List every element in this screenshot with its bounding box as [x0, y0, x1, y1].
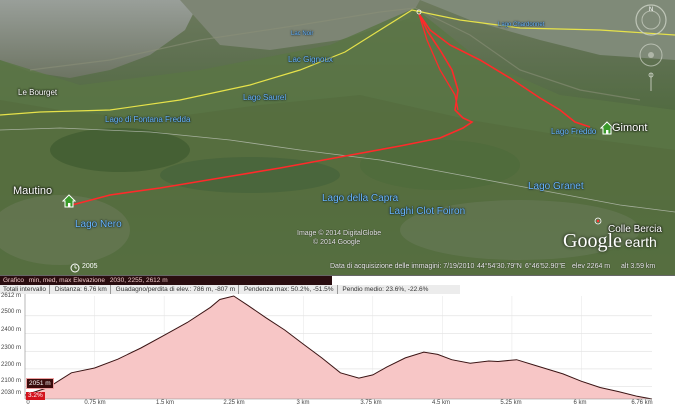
elevation-point[interactable]	[186, 321, 189, 324]
elevation-point[interactable]	[302, 343, 305, 346]
gain-loss-stat: Guadagno/perdita di elev.: 786 m, -807 m	[116, 285, 240, 294]
lake-label-lago-nero[interactable]: Lago Nero	[75, 219, 122, 230]
map-3d-view[interactable]: Mautino Gimont Colle Bercia Le Bourget L…	[0, 0, 675, 275]
elevation-readout: elev 2264 m	[572, 263, 611, 270]
graph-label: Grafico	[3, 277, 24, 284]
imagery-year: 2005	[82, 263, 98, 270]
distance-stat: Distanza: 6.76 km	[55, 285, 111, 294]
y-tick-label: 2300 m	[1, 345, 22, 351]
max-slope-stat: Pendenza max: 50.2%, -51.5%	[244, 285, 338, 294]
elevation-point[interactable]	[436, 353, 439, 356]
compass-icon: N	[635, 4, 667, 36]
elevation-chart[interactable]	[0, 294, 675, 409]
scale-legend: 2005	[70, 262, 110, 274]
y-tick-label: 2100 m	[1, 378, 22, 384]
profile-range-totals: Totali intervallo Distanza: 6.76 km Guad…	[0, 285, 460, 294]
svg-text:N: N	[649, 7, 653, 13]
elevation-point[interactable]	[580, 380, 583, 383]
elevation-stat-values: 2030, 2255, 2612 m	[109, 277, 168, 284]
elevation-point[interactable]	[265, 316, 268, 319]
elevation-point[interactable]	[617, 390, 620, 393]
current-elevation-tag: 2051 m	[26, 378, 54, 389]
elevation-stat-label: min, med, max Elevazione	[28, 277, 105, 284]
google-earth-logo: Google earth	[563, 230, 657, 252]
elevation-point[interactable]	[450, 358, 453, 361]
elevation-point[interactable]	[422, 351, 425, 354]
y-tick-label: 2500 m	[1, 309, 22, 315]
elevation-point[interactable]	[487, 359, 490, 362]
imagery-copyright: Image © 2014 DigitalGlobe	[297, 230, 382, 237]
elevation-point[interactable]	[139, 347, 142, 350]
lake-label-laghi-clot-foiron[interactable]: Laghi Clot Foiron	[389, 206, 465, 217]
place-label-le-bourget[interactable]: Le Bourget	[18, 88, 57, 97]
look-joystick-icon	[639, 43, 663, 67]
house-icon[interactable]	[62, 194, 76, 208]
x-tick-label: 0.75 km	[84, 400, 106, 406]
lake-label-lago-saurel[interactable]: Lago Saurel	[243, 93, 286, 102]
elevation-point[interactable]	[93, 367, 96, 370]
elevation-point[interactable]	[385, 366, 388, 369]
y-tick-label: 2400 m	[1, 327, 22, 333]
status-bar: Data di acquisizione delle immagini: 7/1…	[330, 262, 675, 274]
x-tick-label: 3.75 km	[360, 400, 382, 406]
latitude-readout: 44°54'30.79"N	[477, 263, 522, 270]
elevation-point[interactable]	[497, 360, 500, 363]
longitude-readout: 6°46'52.90"E	[525, 263, 566, 270]
profile-stats-row: Grafico min, med, max Elevazione 2030, 2…	[0, 276, 332, 285]
elevation-point[interactable]	[163, 334, 166, 337]
clock-icon	[70, 263, 80, 273]
x-tick-label: 4.5 km	[431, 400, 451, 406]
avg-slope-stat: Pendio medio: 23.6%, -22.6%	[342, 286, 429, 293]
lake-label-lago-granet[interactable]: Lago Granet	[528, 181, 584, 192]
elevation-point[interactable]	[534, 364, 537, 367]
elevation-point[interactable]	[636, 395, 639, 398]
y-tick-label: 2612 m	[1, 293, 22, 299]
elevation-point[interactable]	[283, 328, 286, 331]
elevation-point[interactable]	[599, 386, 602, 389]
x-tick-label: 1.5 km	[155, 400, 175, 406]
place-label-gimont[interactable]: Gimont	[612, 122, 647, 134]
elevation-point[interactable]	[70, 371, 73, 374]
elevation-point[interactable]	[357, 377, 360, 380]
elevation-point[interactable]	[116, 358, 119, 361]
lake-label-lago-chardonnet[interactable]: Lago Chardonnet	[498, 22, 544, 28]
elevation-point[interactable]	[371, 373, 374, 376]
elevation-point[interactable]	[232, 295, 235, 298]
imagery-date: Data di acquisizione delle immagini: 7/1…	[330, 263, 475, 270]
elevation-point[interactable]	[246, 304, 249, 307]
google-earth-window: Mautino Gimont Colle Bercia Le Bourget L…	[0, 0, 675, 409]
zoom-slider-icon	[648, 72, 654, 91]
navigation-controls[interactable]: N	[630, 3, 672, 93]
lake-label-lago-della-capra[interactable]: Lago della Capra	[322, 193, 398, 204]
elevation-point[interactable]	[561, 372, 564, 375]
lake-label-lago-freddo[interactable]: Lago Freddo	[551, 127, 596, 136]
elevation-profile-panel[interactable]: Grafico min, med, max Elevazione 2030, 2…	[0, 275, 675, 409]
altitude-readout: alt 3.59 km	[621, 263, 656, 270]
place-label-mautino[interactable]: Mautino	[13, 185, 52, 197]
x-tick-label: 5.25 km	[500, 400, 522, 406]
x-tick-label: 0	[26, 400, 30, 406]
elevation-point[interactable]	[209, 306, 212, 309]
x-tick-label: 6 km	[573, 400, 587, 406]
google-copyright: © 2014 Google	[313, 239, 361, 246]
y-tick-label: 2200 m	[1, 362, 22, 368]
lake-label-lac-gignoux[interactable]: Lac Gignoux	[288, 55, 333, 64]
x-tick-label: 3 km	[296, 400, 310, 406]
x-tick-label: 6.76 km	[631, 400, 653, 406]
elevation-area	[25, 296, 652, 399]
x-tick-label: 2.25 km	[223, 400, 245, 406]
elevation-point[interactable]	[320, 356, 323, 359]
elevation-point[interactable]	[339, 371, 342, 374]
elevation-point[interactable]	[469, 362, 472, 365]
lake-label-lac-noir[interactable]: Lac Noir	[291, 31, 313, 37]
elevation-point[interactable]	[404, 356, 407, 359]
elevation-point[interactable]	[515, 358, 518, 361]
elevation-point[interactable]	[218, 298, 221, 301]
current-slope-tag: 3.2%	[26, 392, 45, 400]
lake-label-lago-di-fontana-fredda[interactable]: Lago di Fontana Fredda	[105, 115, 190, 124]
y-tick-label: 2030 m	[1, 390, 22, 396]
